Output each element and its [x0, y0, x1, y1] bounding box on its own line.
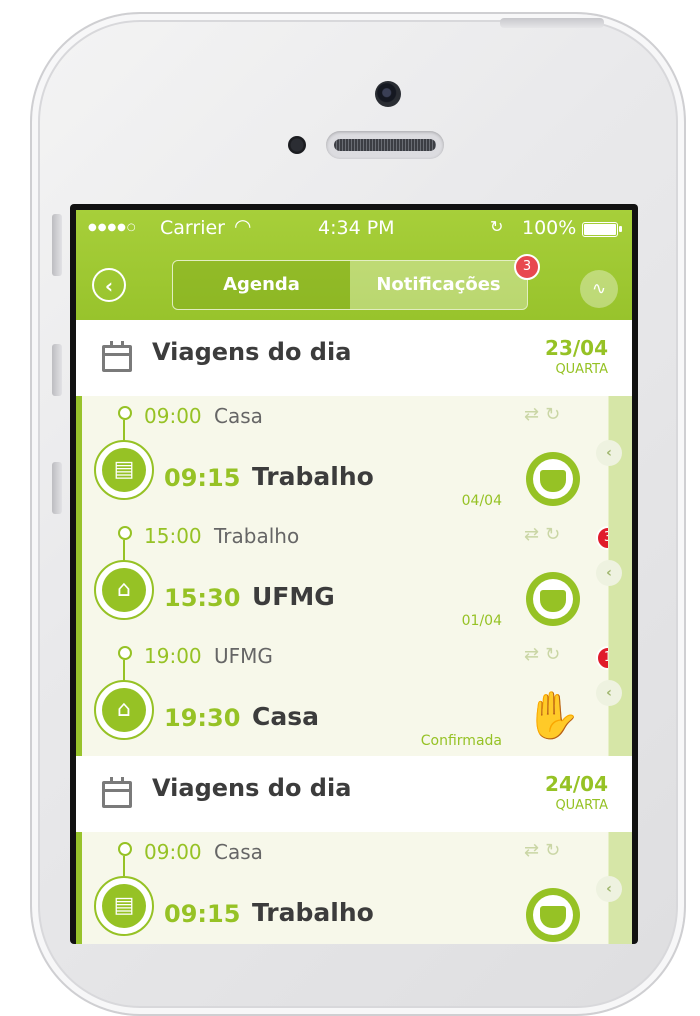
trip-type-badge: ▤	[94, 876, 154, 936]
arrive-time: 15:30	[164, 584, 241, 612]
trip-type-badge: ⌂	[94, 680, 154, 740]
swap-icon[interactable]: ⇄	[524, 524, 545, 545]
front-camera	[375, 81, 401, 107]
steering-wheel-icon	[526, 572, 580, 626]
route-line	[123, 660, 125, 680]
earpiece-speaker	[326, 131, 444, 159]
university-icon: ⌂	[102, 568, 146, 612]
briefcase-icon: ▤	[102, 448, 146, 492]
back-button[interactable]: ‹	[92, 268, 126, 302]
depart-time: 19:00	[144, 644, 202, 668]
swap-repeat-icons: ⇄↻	[524, 644, 566, 665]
destination-label: UFMG	[252, 582, 335, 611]
depart-time: 15:00	[144, 524, 202, 548]
route-line	[123, 540, 125, 560]
trip-status: Confirmada	[420, 733, 502, 749]
steering-wheel-icon	[526, 888, 580, 942]
swap-repeat-icons: ⇄↻	[524, 840, 566, 861]
origin-label: Casa	[214, 840, 263, 864]
calendar-icon	[102, 341, 132, 372]
depart-time: 09:00	[144, 840, 202, 864]
trip-row[interactable]: ⌂ 15:00 Trabalho 15:30 UFMG 01/04 ⇄↻ 3 ‹	[76, 516, 632, 636]
day-date: 24/04	[545, 772, 608, 796]
app: ●●●●○ Carrier ◠ 4:34 PM ↻ 100% ‹ Agenda …	[76, 210, 632, 944]
clock: 4:34 PM	[318, 217, 395, 239]
destination-label: Casa	[252, 702, 319, 731]
day-date: 23/04	[545, 336, 608, 360]
depart-time: 09:00	[144, 404, 202, 428]
day-weekday: QUARTA	[555, 362, 608, 377]
repeat-icon[interactable]: ↻	[545, 644, 566, 665]
home-icon: ⌂	[102, 688, 146, 732]
notifications-badge: 3	[514, 254, 540, 280]
swap-icon[interactable]: ⇄	[524, 840, 545, 861]
origin-label: Casa	[214, 404, 263, 428]
trip-accent-strip	[76, 516, 82, 636]
proximity-sensor	[288, 136, 306, 154]
day-title: Viagens do dia	[152, 338, 352, 366]
segmented-control: Agenda Notificações	[172, 260, 528, 310]
trip-row[interactable]: ▤ 09:00 Casa 09:15 Trabalho 04/04 ⇄↻ ‹	[76, 396, 632, 516]
destination-label: Trabalho	[252, 462, 374, 491]
trip-meta: 04/04	[461, 493, 502, 509]
briefcase-icon: ▤	[102, 884, 146, 928]
origin-dot	[118, 842, 132, 856]
swap-repeat-icons: ⇄↻	[524, 524, 566, 545]
chevron-left-icon: ‹	[104, 274, 114, 298]
route-button[interactable]: ∿	[580, 270, 618, 308]
day-title: Viagens do dia	[152, 774, 352, 802]
day-header: Viagens do dia 24/04 QUARTA	[76, 756, 632, 832]
repeat-icon[interactable]: ↻	[545, 404, 566, 425]
trip-accent-strip	[76, 832, 82, 944]
battery-percent: 100%	[522, 217, 577, 239]
arrive-time: 09:15	[164, 464, 241, 492]
trip-accent-strip	[76, 636, 82, 756]
trip-row[interactable]: ▤ 09:00 Casa 09:15 Trabalho ⇄↻ ‹	[76, 832, 632, 944]
swap-icon[interactable]: ⇄	[524, 404, 545, 425]
origin-dot	[118, 406, 132, 420]
screen: ●●●●○ Carrier ◠ 4:34 PM ↻ 100% ‹ Agenda …	[70, 204, 638, 944]
carrier-label: Carrier	[160, 217, 225, 239]
trip-type-badge: ⌂	[94, 560, 154, 620]
day-weekday: QUARTA	[555, 798, 608, 813]
origin-label: UFMG	[214, 644, 273, 668]
arrive-time: 09:15	[164, 900, 241, 928]
mute-switch	[52, 214, 62, 276]
calendar-icon	[102, 777, 132, 808]
swap-repeat-icons: ⇄↻	[524, 404, 566, 425]
battery-icon	[582, 222, 622, 237]
trip-row[interactable]: ⌂ 19:00 UFMG 19:30 Casa Confirmada ⇄↻ 1 …	[76, 636, 632, 756]
tab-notificacoes[interactable]: Notificações	[350, 261, 527, 309]
volume-up-button	[52, 344, 62, 396]
trip-meta: 01/04	[461, 613, 502, 629]
volume-down-button	[52, 462, 62, 514]
status-bar: ●●●●○ Carrier ◠ 4:34 PM ↻ 100%	[76, 214, 632, 240]
day-header: Viagens do dia 23/04 QUARTA	[76, 320, 632, 396]
origin-label: Trabalho	[214, 524, 300, 548]
rotation-lock-icon: ↻	[490, 217, 504, 236]
chevron-left-icon[interactable]: ‹	[596, 876, 622, 902]
tab-agenda[interactable]: Agenda	[173, 261, 350, 309]
hitchhiker-icon: ✋	[524, 688, 582, 742]
origin-dot	[118, 526, 132, 540]
swap-icon[interactable]: ⇄	[524, 644, 545, 665]
chevron-left-icon[interactable]: ‹	[596, 680, 622, 706]
power-button	[500, 18, 604, 28]
arrive-time: 19:30	[164, 704, 241, 732]
header: ●●●●○ Carrier ◠ 4:34 PM ↻ 100% ‹ Agenda …	[76, 210, 632, 320]
route-icon: ∿	[591, 279, 607, 299]
trip-type-badge: ▤	[94, 440, 154, 500]
origin-dot	[118, 646, 132, 660]
chevron-left-icon[interactable]: ‹	[596, 560, 622, 586]
repeat-icon[interactable]: ↻	[545, 840, 566, 861]
chevron-left-icon[interactable]: ‹	[596, 440, 622, 466]
wifi-icon: ◠	[234, 214, 252, 238]
signal-icon: ●●●●○	[88, 222, 137, 233]
route-line	[123, 856, 125, 876]
repeat-icon[interactable]: ↻	[545, 524, 566, 545]
trip-accent-strip	[76, 396, 82, 516]
route-line	[123, 420, 125, 440]
steering-wheel-icon	[526, 452, 580, 506]
